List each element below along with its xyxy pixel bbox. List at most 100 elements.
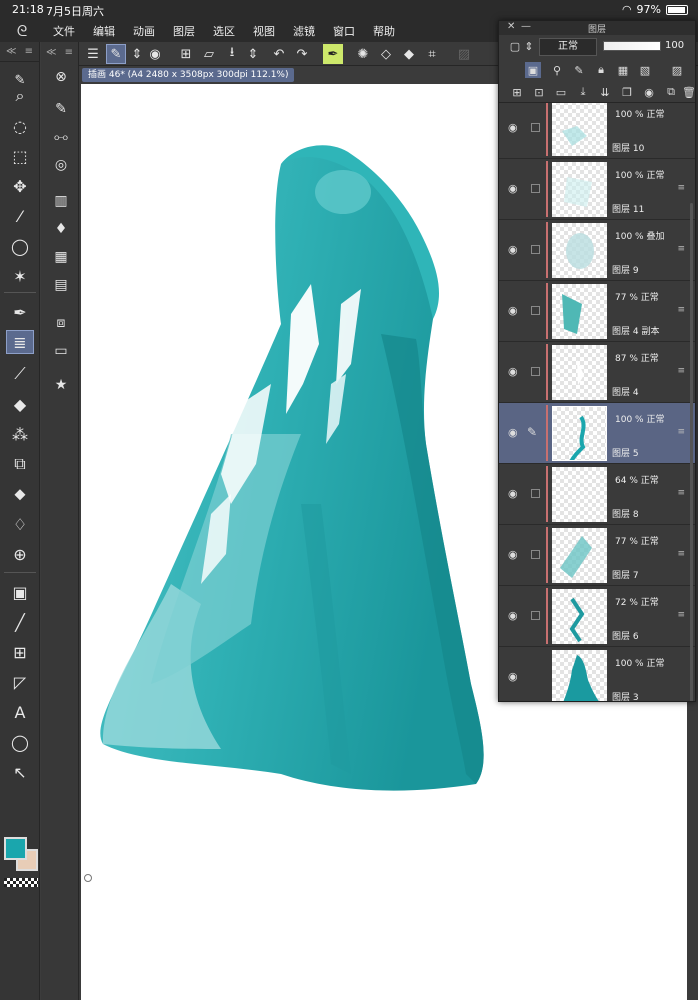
menu-file[interactable]: 文件 [44, 23, 84, 39]
layer-checkbox[interactable] [531, 550, 540, 559]
chevron-updown-icon[interactable]: ⇕ [127, 44, 147, 64]
layer-stack-icon[interactable]: ⧈ [50, 312, 72, 334]
opacity-slider[interactable] [603, 41, 661, 51]
animation-icon[interactable]: ▤ [50, 274, 72, 296]
brush-tool-icon[interactable]: ≣ [6, 330, 34, 354]
visibility-eye-icon[interactable]: ◉ [508, 487, 518, 500]
fill-tool-icon[interactable]: ◆ [6, 392, 34, 416]
fill-icon[interactable]: ◆ [399, 44, 419, 64]
visibility-eye-icon[interactable]: ◉ [508, 670, 518, 683]
layer-row[interactable]: ◉ 100 % 叠加 图层 9 ≡ [499, 220, 695, 281]
menu-filter[interactable]: 滤镜 [284, 23, 324, 39]
layer-checkbox[interactable] [531, 306, 540, 315]
layer-row[interactable]: ◉ 100 % 正常 图层 11 ≡ [499, 159, 695, 220]
trash-icon[interactable]: 🗑︎ [681, 84, 697, 100]
decoration-tool-icon[interactable]: ⁂ [6, 422, 34, 446]
layer-menu-icon[interactable]: ≡ [677, 427, 685, 437]
layer-checkbox[interactable] [531, 611, 540, 620]
mask-icon[interactable]: ▧ [637, 62, 653, 78]
navigator-icon[interactable]: ⊗ [50, 66, 72, 88]
new-raster-layer-icon[interactable]: ⊞ [509, 84, 525, 100]
rotate-tool-icon[interactable]: ◌ [6, 114, 34, 138]
visibility-eye-icon[interactable]: ◉ [508, 548, 518, 561]
opacity-value[interactable]: 100 [665, 40, 684, 51]
tool-property-icon[interactable]: ✎ [50, 98, 72, 120]
open-icon[interactable]: ▱ [199, 44, 219, 64]
layer-scrollbar[interactable] [690, 203, 693, 701]
blend-mode-select[interactable]: 正常 [539, 38, 597, 56]
eyedropper-tool-icon[interactable]: ⁄ [6, 204, 34, 228]
menu-layer[interactable]: 图层 [164, 23, 204, 39]
clip-icon[interactable]: ▣ [525, 62, 541, 78]
layer-menu-icon[interactable]: ≡ [677, 610, 685, 620]
layer-row[interactable]: ◉ 77 % 正常 图层 7 ≡ [499, 525, 695, 586]
menu-icon[interactable]: ☰ [83, 44, 103, 64]
new-canvas-icon[interactable]: ⊞ [176, 44, 196, 64]
menu-selection[interactable]: 选区 [204, 23, 244, 39]
line-tool-icon[interactable]: ╱ [6, 610, 34, 634]
document-tab[interactable]: 插画 46* (A4 2480 x 3508px 300dpi 112.1%) [82, 68, 295, 82]
layer-checkbox[interactable] [531, 123, 540, 132]
palette-menu-icon[interactable]: ≡ [25, 46, 33, 57]
color-mix-icon[interactable]: ♦ [50, 218, 72, 240]
main-color-swatch[interactable] [4, 837, 27, 860]
chevron-updown-icon[interactable]: ⇕ [521, 38, 537, 54]
airbrush-tool-icon[interactable]: ⟋ [6, 362, 34, 386]
color-wheel-icon[interactable]: ◎ [50, 154, 72, 176]
layer-checkbox[interactable] [531, 489, 540, 498]
brush-size-icon[interactable]: ⧟ [50, 126, 72, 148]
eraser-tool-icon[interactable]: ⬥ [6, 482, 34, 506]
lasso-tool-icon[interactable]: ◯ [6, 234, 34, 258]
layer-row[interactable]: ◉ 87 % 正常 图层 4 ≡ [499, 342, 695, 403]
visibility-eye-icon[interactable]: ◉ [508, 182, 518, 195]
loading-icon[interactable]: ✺ [353, 44, 373, 64]
menu-animation[interactable]: 动画 [124, 23, 164, 39]
operation-tool-icon[interactable]: ⬚ [6, 144, 34, 168]
app-logo-icon[interactable]: ᘓ [0, 20, 44, 42]
lock-transparent-icon[interactable]: ▦ [615, 62, 631, 78]
visibility-eye-icon[interactable]: ◉ [508, 365, 518, 378]
visibility-eye-icon[interactable]: ◉ [508, 243, 518, 256]
ruler-tool-icon[interactable]: ◸ [6, 670, 34, 694]
layer-row[interactable]: ◉ 72 % 正常 图层 6 ≡ [499, 586, 695, 647]
visibility-eye-icon[interactable]: ◉ [508, 304, 518, 317]
layer-checkbox[interactable] [531, 245, 540, 254]
duplicate-icon[interactable]: ❐ [619, 84, 635, 100]
undo-icon[interactable]: ↶ [269, 44, 289, 64]
object-select-tool-icon[interactable]: ↖ [6, 760, 34, 784]
companion-icon[interactable]: ◉ [145, 44, 165, 64]
visibility-eye-icon[interactable]: ◉ [508, 426, 518, 439]
layer-row[interactable]: ◉ 100 % 正常 图层 10 [499, 103, 695, 159]
material-icon[interactable]: ★ [50, 374, 72, 396]
layer-checkbox[interactable] [531, 184, 540, 193]
layer-mask-icon[interactable]: ◉ [641, 84, 657, 100]
visibility-eye-icon[interactable]: ◉ [508, 609, 518, 622]
menu-edit[interactable]: 编辑 [84, 23, 124, 39]
menu-window[interactable]: 窗口 [324, 23, 364, 39]
crop-icon[interactable]: ⌗ [422, 44, 442, 64]
collapse-icon[interactable]: ≪ [46, 47, 56, 58]
apply-mask-icon[interactable]: ⧉ [663, 84, 679, 100]
layer-row[interactable]: ◉ 64 % 正常 图层 8 ≡ [499, 464, 695, 525]
save-icon[interactable]: ⭳ [222, 44, 242, 64]
redo-icon[interactable]: ↷ [292, 44, 312, 64]
pen-tool-icon[interactable]: ✒ [6, 300, 34, 324]
lock-icon[interactable]: 🔒︎ [593, 62, 609, 78]
gradient-tool-icon[interactable]: ▣ [6, 580, 34, 604]
menu-view[interactable]: 视图 [244, 23, 284, 39]
blend-tool-icon[interactable]: ⧉ [6, 452, 34, 476]
search-layer-icon[interactable]: ▭ [50, 340, 72, 362]
frame-tool-icon[interactable]: ⊞ [6, 640, 34, 664]
edit-mode-icon[interactable]: ✎ [106, 44, 126, 64]
magic-wand-tool-icon[interactable]: ✶ [6, 264, 34, 288]
layer-menu-icon[interactable]: ≡ [677, 488, 685, 498]
draft-layer-icon[interactable]: ✎ [571, 62, 587, 78]
new-folder-icon[interactable]: ▭ [553, 84, 569, 100]
layer-menu-icon[interactable]: ≡ [677, 549, 685, 559]
blend-drops-tool-icon[interactable]: ♢ [6, 512, 34, 536]
text-tool-icon[interactable]: A [6, 700, 34, 724]
mesh-tool-icon[interactable]: ⊕ [6, 542, 34, 566]
color-set-icon[interactable]: ▦ [50, 246, 72, 268]
palette-menu-icon[interactable]: ≡ [65, 47, 73, 58]
balloon-tool-icon[interactable]: ◯ [6, 730, 34, 754]
